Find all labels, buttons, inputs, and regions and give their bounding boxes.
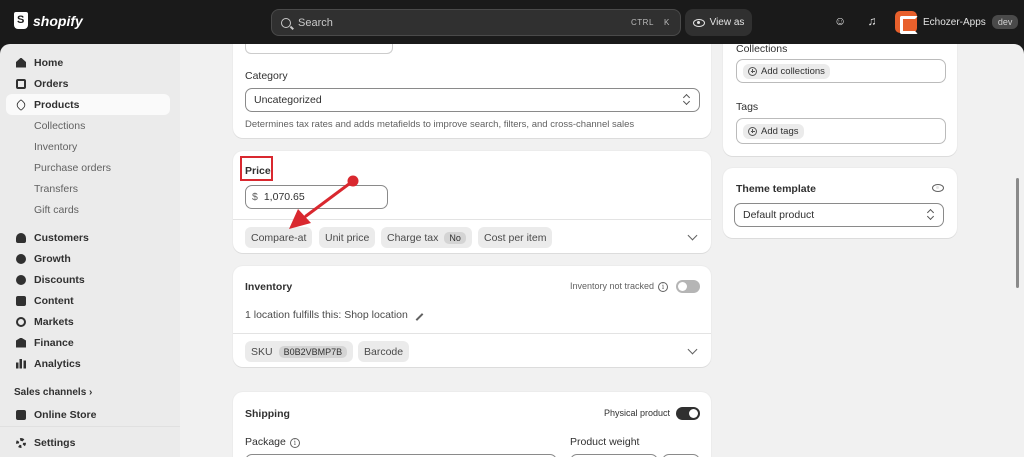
arrow-tail-dot	[347, 175, 359, 187]
arrow-shaft	[304, 179, 355, 218]
annotation-arrow	[289, 175, 359, 229]
arrow-head	[289, 209, 311, 229]
